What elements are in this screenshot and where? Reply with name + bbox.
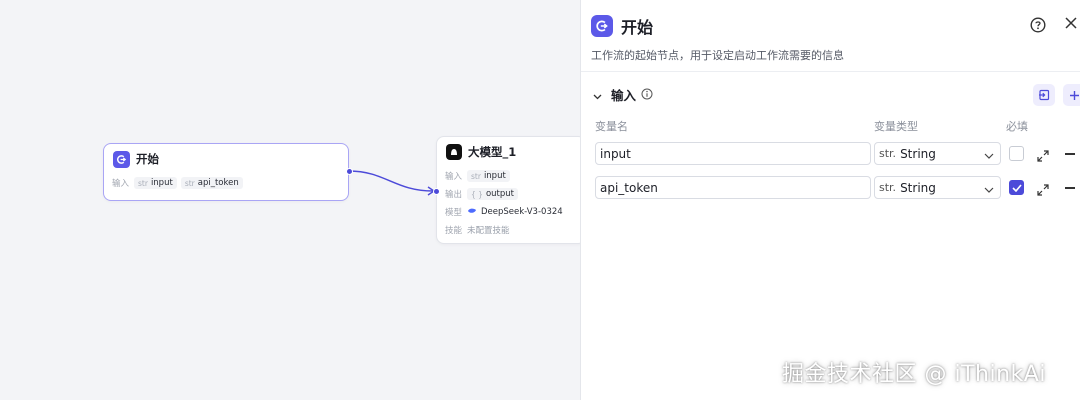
variable-name-input[interactable]: api_token <box>595 176 871 199</box>
panel-description: 工作流的起始节点，用于设定启动工作流需要的信息 <box>591 49 844 62</box>
add-variable-button[interactable] <box>1063 84 1080 106</box>
start-node[interactable]: 开始 输入 str input str api_token <box>103 143 353 201</box>
llm-skill-row: 技能 未配置技能 <box>437 221 585 239</box>
llm-skill-label: 技能 <box>445 226 463 236</box>
llm-node[interactable]: 大模型_1 输入 str input 输出 { } output 模型 DeepSe… <box>433 136 586 244</box>
deepseek-whale-icon <box>467 207 477 218</box>
info-icon[interactable] <box>641 85 653 104</box>
workflow-canvas[interactable]: 开始 输入 str input str api_token 大模型_1 输入 str… <box>0 0 586 400</box>
node-config-panel: 开始 工作流的起始节点，用于设定启动工作流需要的信息 输入 变量名 变量类型 必… <box>580 0 1080 400</box>
llm-model-label: 模型 <box>445 208 463 218</box>
llm-output-label: 输出 <box>445 190 463 200</box>
remove-variable-button[interactable] <box>1065 187 1075 189</box>
llm-model-value: DeepSeek-V3-0324 <box>481 207 563 217</box>
panel-title: 开始 <box>621 18 654 37</box>
chevron-down-icon[interactable] <box>593 85 602 104</box>
llm-input-label: 输入 <box>445 172 463 182</box>
chevron-down-icon <box>984 182 994 196</box>
start-icon <box>591 15 613 37</box>
llm-outputs-row: 输出 { } output <box>437 185 585 203</box>
variable-type-select[interactable]: str. String <box>874 176 1001 199</box>
llm-input-chip: str input <box>467 170 510 182</box>
divider <box>581 71 1080 72</box>
type-prefix: str. <box>879 181 897 194</box>
llm-inputs-row: 输入 str input <box>437 167 585 185</box>
column-header-required: 必填 <box>1006 120 1028 133</box>
llm-icon <box>446 144 462 160</box>
input-section-title: 输入 <box>611 87 637 103</box>
remove-variable-button[interactable] <box>1065 153 1075 155</box>
type-value: String <box>900 180 936 195</box>
expand-icon[interactable] <box>1037 147 1049 166</box>
column-header-type: 变量类型 <box>874 120 918 133</box>
help-icon[interactable] <box>1030 17 1046 37</box>
chevron-down-icon <box>984 148 994 162</box>
start-input-chip: str input <box>134 177 177 189</box>
start-node-title: 开始 <box>136 152 159 166</box>
start-node-inputs: 输入 str input str api_token <box>104 174 348 192</box>
type-value: String <box>900 146 936 161</box>
import-icon <box>1039 89 1050 101</box>
llm-model-row: 模型 DeepSeek-V3-0324 <box>437 203 585 221</box>
type-prefix: str. <box>879 147 897 160</box>
llm-output-chip: { } output <box>467 188 518 200</box>
llm-skill-value: 未配置技能 <box>467 226 510 236</box>
llm-node-header: 大模型_1 <box>437 137 585 167</box>
variable-type-select[interactable]: str. String <box>874 142 1001 165</box>
start-input-chip: str api_token <box>180 177 243 189</box>
start-icon <box>113 150 130 168</box>
import-variables-button[interactable] <box>1033 84 1055 106</box>
start-node-header: 开始 <box>104 144 348 174</box>
expand-icon[interactable] <box>1037 181 1049 200</box>
panel-header: 开始 <box>591 14 653 38</box>
watermark: 掘金技术社区 @ iThinkAi <box>782 362 1046 387</box>
required-checkbox[interactable] <box>1009 146 1024 161</box>
plus-icon <box>1069 90 1079 100</box>
variable-name-input[interactable]: input <box>595 142 871 165</box>
start-output-port[interactable] <box>346 168 353 175</box>
input-section-header[interactable]: 输入 <box>593 85 653 103</box>
close-icon[interactable] <box>1064 16 1078 34</box>
llm-input-port[interactable] <box>433 188 440 195</box>
start-input-label: 输入 <box>112 179 130 189</box>
column-header-name: 变量名 <box>595 120 628 133</box>
required-checkbox[interactable] <box>1009 180 1024 195</box>
check-icon <box>1011 183 1022 192</box>
llm-node-title: 大模型_1 <box>468 145 517 159</box>
